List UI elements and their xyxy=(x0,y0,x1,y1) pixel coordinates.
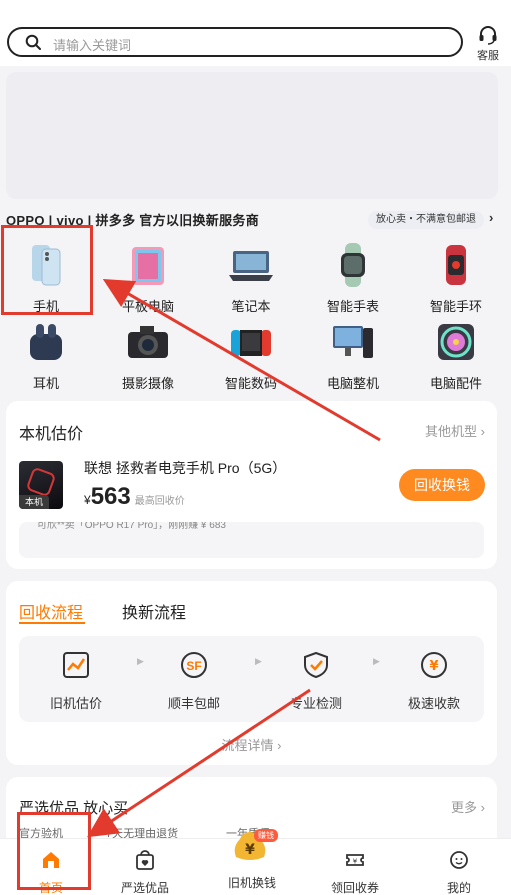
service-label: 客服 xyxy=(477,50,499,62)
category-smartwatch[interactable]: 智能手表 xyxy=(307,241,399,315)
category-label: 电脑整机 xyxy=(326,376,379,391)
process-steps: 旧机估价 ▶ SF 顺丰包邮 ▶ 专业检测 ▶ ¥ 极速收款 xyxy=(19,636,484,722)
step-label: 专业检测 xyxy=(289,696,342,711)
nav-label: 旧机换钱 xyxy=(227,876,276,890)
price-note: 最高回收价 xyxy=(134,496,185,507)
category-label: 智能手环 xyxy=(429,299,482,314)
device-tag: 本机 xyxy=(19,495,49,509)
other-models-link[interactable]: 其他机型 › xyxy=(425,421,485,440)
category-label: 平板电脑 xyxy=(121,299,174,314)
estimate-title: 本机估价 xyxy=(19,426,84,443)
category-digital[interactable]: 智能数码 xyxy=(205,318,297,392)
price: ¥563 最高回收价 xyxy=(84,483,185,511)
category-label: 电脑配件 xyxy=(429,376,482,391)
step-label: 旧机估价 xyxy=(49,696,102,711)
customer-service-button[interactable]: 客服 xyxy=(470,24,506,63)
highlight-box-home xyxy=(17,812,91,890)
nav-coupon[interactable]: ¥ 领回收券 xyxy=(304,839,406,895)
laptop-icon xyxy=(227,241,275,289)
highlight-box-phone xyxy=(1,225,93,315)
chart-icon xyxy=(63,652,89,678)
bag-heart-icon xyxy=(136,850,154,870)
estimate-card: 本机估价 其他机型 › 本机 联想 拯救者电竞手机 Pro（5G） ¥563 最高… xyxy=(6,401,497,569)
step-inspection: 专业检测 xyxy=(271,650,361,712)
profile-icon xyxy=(450,851,468,869)
gamepad-icon xyxy=(227,318,275,366)
device-image: 本机 xyxy=(19,461,63,509)
desktop-icon xyxy=(329,318,377,366)
search-input[interactable]: 请输入关键词 xyxy=(7,27,463,57)
nav-label: 领回收券 xyxy=(330,881,379,895)
more-link[interactable]: 更多 › xyxy=(451,797,485,816)
shield-check-icon xyxy=(304,651,328,679)
step-shipping: SF 顺丰包邮 xyxy=(149,650,239,712)
category-label: 智能手表 xyxy=(326,299,379,314)
category-laptop[interactable]: 笔记本 xyxy=(205,241,297,315)
banner[interactable] xyxy=(6,72,498,199)
nav-picks[interactable]: 严选优品 xyxy=(94,839,196,895)
svg-text:SF: SF xyxy=(186,659,201,673)
earphone-icon xyxy=(22,318,70,366)
tablet-icon xyxy=(124,241,172,289)
price-value: 563 xyxy=(90,483,131,510)
tab-underline xyxy=(19,622,85,624)
nav-profile[interactable]: 我的 xyxy=(408,839,510,895)
chevron-right-icon[interactable]: › xyxy=(489,210,493,225)
ticker-text: 可欣**卖「OPPO R17 Pro」，刚刚赚 ¥ 683 xyxy=(37,522,226,531)
svg-text:¥: ¥ xyxy=(429,659,438,674)
camera-icon xyxy=(124,318,172,366)
yen-coin-icon: ¥ xyxy=(421,652,447,678)
guarantee-badge[interactable]: 放心卖・不满意包邮退 xyxy=(368,211,484,229)
earn-badge: 赚钱 xyxy=(254,829,278,842)
category-camera[interactable]: 摄影摄像 xyxy=(102,318,194,392)
category-smartband[interactable]: 智能手环 xyxy=(410,241,502,315)
step-estimate: 旧机估价 xyxy=(31,650,121,712)
currency-symbol: ¥ xyxy=(84,493,91,507)
search-icon xyxy=(25,34,41,50)
svg-text:¥: ¥ xyxy=(353,858,358,866)
category-accessory[interactable]: 电脑配件 xyxy=(410,318,502,392)
headset-icon xyxy=(479,26,497,45)
top-bar: 请输入关键词 客服 xyxy=(0,0,511,66)
category-label: 耳机 xyxy=(32,376,59,391)
smartwatch-icon xyxy=(329,241,377,289)
device-model: 联想 拯救者电竞手机 Pro（5G） xyxy=(84,460,287,476)
tab-renew-process[interactable]: 换新流程 xyxy=(122,599,186,623)
category-earphone[interactable]: 耳机 xyxy=(0,318,92,392)
coupon-icon: ¥ xyxy=(346,854,364,866)
search-placeholder: 请输入关键词 xyxy=(53,38,132,53)
process-card: 回收流程 换新流程 旧机估价 ▶ SF 顺丰包邮 ▶ 专业检测 ▶ ¥ 极速收款… xyxy=(6,581,497,765)
category-label: 笔记本 xyxy=(231,299,271,314)
process-detail-link[interactable]: 流程详情 › xyxy=(6,735,497,754)
category-desktop[interactable]: 电脑整机 xyxy=(307,318,399,392)
category-label: 摄影摄像 xyxy=(121,376,174,391)
nav-label: 我的 xyxy=(446,881,471,895)
step-label: 顺丰包邮 xyxy=(167,696,220,711)
category-label: 智能数码 xyxy=(224,376,277,391)
recycle-button[interactable]: 回收换钱 xyxy=(399,469,485,501)
step-label: 极速收款 xyxy=(407,696,460,711)
ticker: 可欣**卖「OPPO R17 Pro」，刚刚赚 ¥ 683 xyxy=(19,522,484,558)
fan-icon xyxy=(432,318,480,366)
tab-recycle-process[interactable]: 回收流程 xyxy=(19,599,83,623)
svg-text:¥: ¥ xyxy=(245,842,255,858)
category-tablet[interactable]: 平板电脑 xyxy=(102,241,194,315)
step-payment: ¥ 极速收款 xyxy=(389,650,479,712)
sf-express-icon: SF xyxy=(181,652,207,678)
nav-label: 严选优品 xyxy=(120,881,169,895)
smartband-icon xyxy=(432,241,480,289)
